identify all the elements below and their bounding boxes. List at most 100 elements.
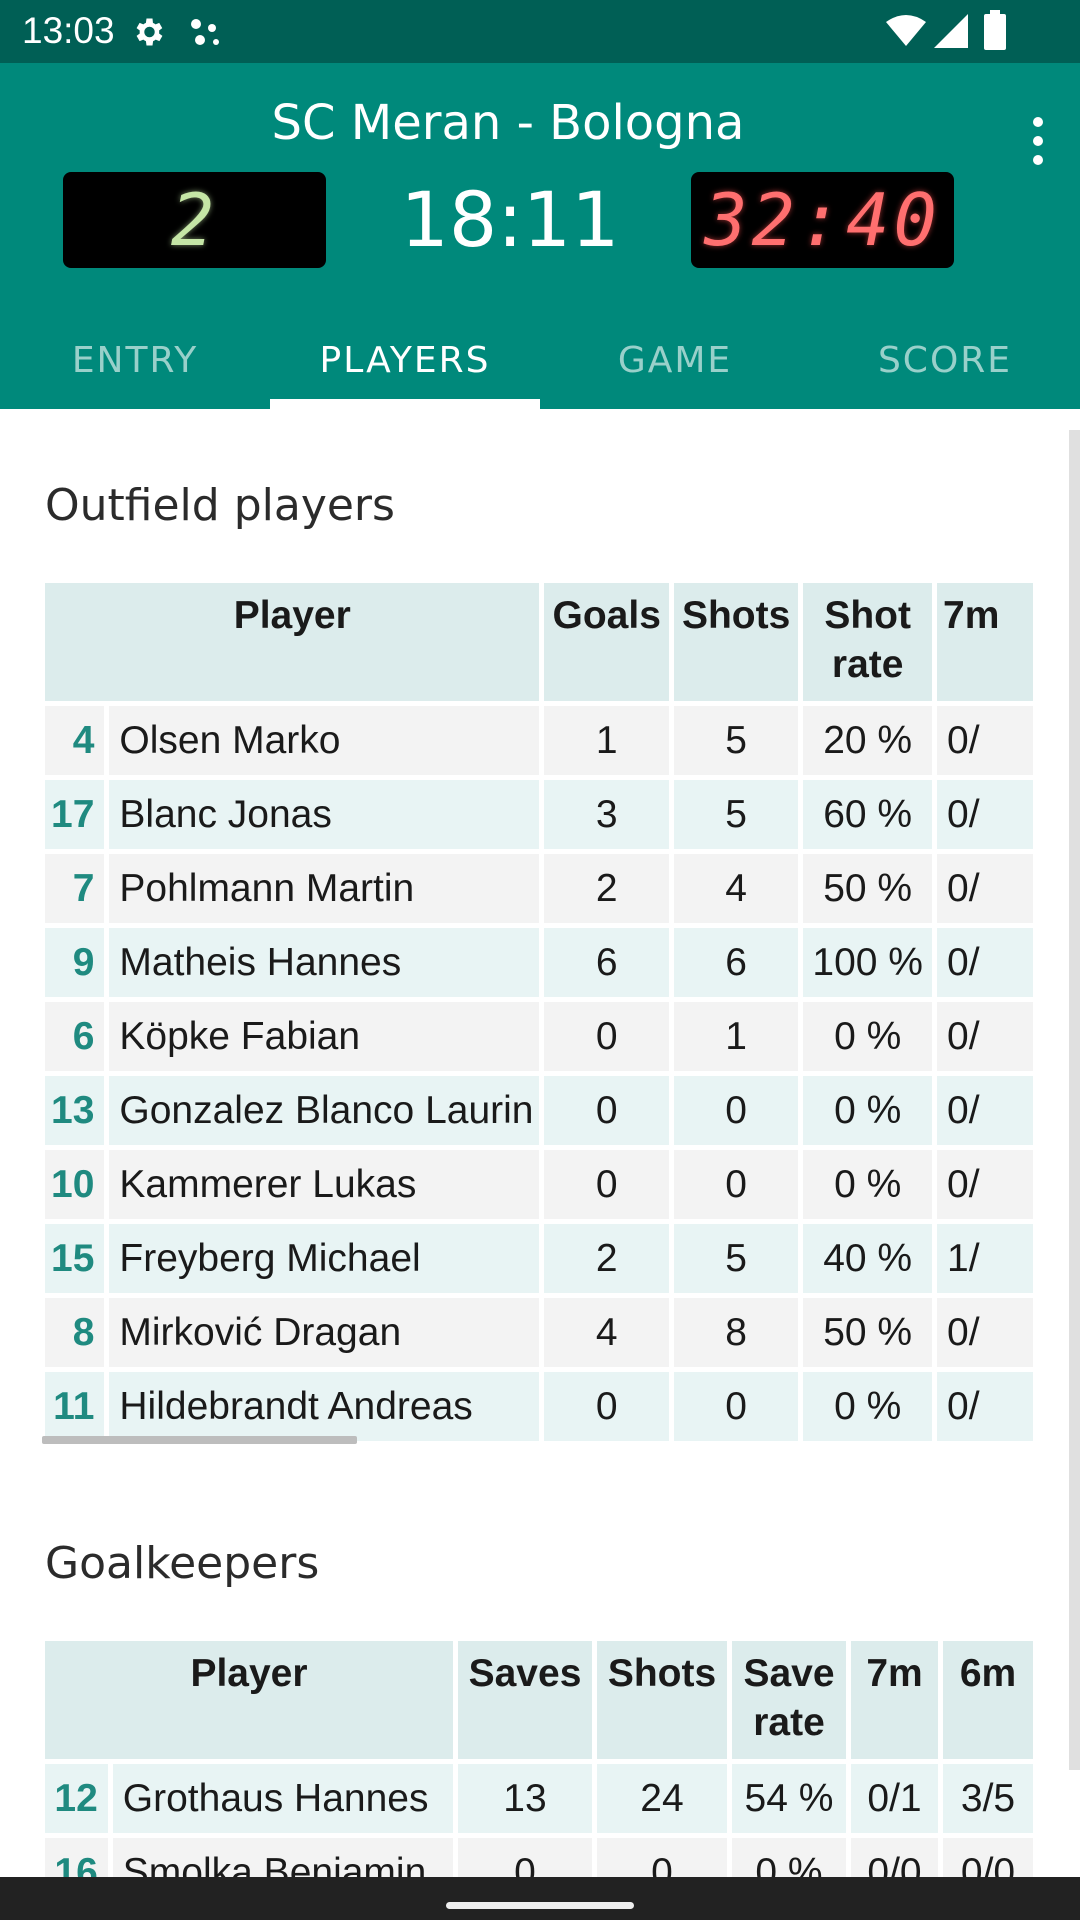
goals-cell: 4 <box>544 1298 669 1367</box>
seven-m-cell: 0/ <box>937 1298 1033 1367</box>
player-name: Matheis Hannes <box>109 928 540 997</box>
player-number: 7 <box>45 854 105 923</box>
gk-shots-cell: 24 <box>597 1764 727 1833</box>
left-display-value: 2 <box>170 178 219 262</box>
goalkeeper-number: 12 <box>45 1764 108 1833</box>
outfield-table[interactable]: Player Goals Shots Shot rate 7m 4 Olsen M… <box>45 583 1038 1441</box>
player-number: 9 <box>45 928 105 997</box>
seven-m-cell: 0/ <box>937 854 1033 923</box>
gk-six-m-cell: 3/5 <box>943 1764 1033 1833</box>
shot-rate-cell: 20 % <box>803 706 933 775</box>
wifi-icon <box>886 15 926 46</box>
more-vert-icon[interactable] <box>1014 111 1062 171</box>
shot-rate-cell: 50 % <box>803 1298 933 1367</box>
table-row[interactable]: 6 Köpke Fabian 0 1 0 % 0/ <box>45 1002 1033 1071</box>
game-clock[interactable]: 18:11 <box>330 173 690 267</box>
player-number: 11 <box>45 1372 105 1441</box>
outfield-title: Outfield players <box>45 480 395 531</box>
tab-game[interactable]: GAME <box>540 321 810 409</box>
seven-m-cell: 0/ <box>937 1372 1033 1441</box>
header-gk-shots: Shots <box>597 1641 727 1759</box>
seven-m-cell: 0/ <box>937 1076 1033 1145</box>
player-number: 10 <box>45 1150 105 1219</box>
status-bar: 13:03 <box>0 0 1080 63</box>
seven-m-cell: 0/ <box>937 928 1033 997</box>
player-name: Köpke Fabian <box>109 1002 540 1071</box>
tab-bar: ENTRY PLAYERS GAME SCORE <box>0 321 1080 409</box>
battery-icon <box>984 10 1006 50</box>
goalkeeper-number: 16 <box>45 1838 108 1877</box>
header-shots: Shots <box>673 583 799 701</box>
table-row[interactable]: 12 Grothaus Hannes 13 24 54 % 0/1 3/5 <box>45 1764 1033 1833</box>
shots-cell: 8 <box>673 1298 799 1367</box>
player-name: Blanc Jonas <box>109 780 540 849</box>
header-7m: 7m <box>937 583 1033 701</box>
seven-m-cell: 0/ <box>937 780 1033 849</box>
shot-rate-cell: 100 % <box>803 928 933 997</box>
horizontal-scrollbar[interactable] <box>42 1436 357 1444</box>
header-save-rate: Save rate <box>732 1641 846 1759</box>
vertical-scrollbar[interactable] <box>1069 430 1080 1770</box>
saves-cell: 0 <box>458 1838 592 1877</box>
goals-cell: 3 <box>544 780 669 849</box>
header-goals: Goals <box>544 583 669 701</box>
goals-cell: 2 <box>544 854 669 923</box>
gk-six-m-cell: 0/0 <box>943 1838 1033 1877</box>
player-name: Freyberg Michael <box>109 1224 540 1293</box>
tab-players[interactable]: PLAYERS <box>270 321 540 409</box>
goalkeeper-name: Smolka Benjamin <box>112 1838 453 1877</box>
table-row[interactable]: 4 Olsen Marko 1 5 20 % 0/ <box>45 706 1033 775</box>
table-row[interactable]: 13 Gonzalez Blanco Laurin 0 0 0 % 0/ <box>45 1076 1033 1145</box>
goals-cell: 2 <box>544 1224 669 1293</box>
table-row[interactable]: 7 Pohlmann Martin 2 4 50 % 0/ <box>45 854 1033 923</box>
goalkeeper-name: Grothaus Hannes <box>112 1764 453 1833</box>
goals-cell: 0 <box>544 1076 669 1145</box>
assistant-dots-icon <box>191 19 219 45</box>
tab-entry[interactable]: ENTRY <box>0 321 270 409</box>
shots-cell: 6 <box>673 928 799 997</box>
save-rate-cell: 0 % <box>732 1838 846 1877</box>
home-gesture-handle[interactable] <box>446 1902 634 1909</box>
tab-score[interactable]: SCORE <box>810 321 1080 409</box>
table-row[interactable]: 8 Mirković Dragan 4 8 50 % 0/ <box>45 1298 1033 1367</box>
player-name: Mirković Dragan <box>109 1298 540 1367</box>
player-number: 4 <box>45 706 105 775</box>
player-number: 15 <box>45 1224 105 1293</box>
save-rate-cell: 54 % <box>732 1764 846 1833</box>
shot-rate-cell: 0 % <box>803 1002 933 1071</box>
gk-seven-m-cell: 0/0 <box>851 1838 938 1877</box>
table-row[interactable]: 10 Kammerer Lukas 0 0 0 % 0/ <box>45 1150 1033 1219</box>
gear-icon <box>136 18 163 46</box>
table-row[interactable]: 16 Smolka Benjamin 0 0 0 % 0/0 0/0 <box>45 1838 1033 1877</box>
goals-cell: 0 <box>544 1150 669 1219</box>
table-row[interactable]: 11 Hildebrandt Andreas 0 0 0 % 0/ <box>45 1372 1033 1441</box>
header-shot-rate: Shot rate <box>803 583 933 701</box>
shot-rate-cell: 50 % <box>803 854 933 923</box>
table-row[interactable]: 9 Matheis Hannes 6 6 100 % 0/ <box>45 928 1033 997</box>
goalkeepers-title: Goalkeepers <box>45 1538 320 1589</box>
left-score-display[interactable]: 2 <box>63 172 326 268</box>
table-row[interactable]: 15 Freyberg Michael 2 5 40 % 1/ <box>45 1224 1033 1293</box>
player-name: Olsen Marko <box>109 706 540 775</box>
seven-m-cell: 1/ <box>937 1224 1033 1293</box>
goals-cell: 1 <box>544 706 669 775</box>
tab-indicator <box>270 399 540 409</box>
shots-cell: 5 <box>673 1224 799 1293</box>
shots-cell: 0 <box>673 1076 799 1145</box>
goals-cell: 0 <box>544 1372 669 1441</box>
goals-cell: 0 <box>544 1002 669 1071</box>
navigation-bar <box>0 1877 1080 1920</box>
player-number: 13 <box>45 1076 105 1145</box>
shots-cell: 0 <box>673 1372 799 1441</box>
app-header: SC Meran - Bologna 2 18:11 32:40 ENTRY P… <box>0 63 1080 409</box>
shots-cell: 5 <box>673 706 799 775</box>
player-name: Gonzalez Blanco Laurin <box>109 1076 540 1145</box>
right-time-display[interactable]: 32:40 <box>691 172 954 268</box>
goalkeepers-table[interactable]: Player Saves Shots Save rate 7m 6m 12 Gro… <box>45 1641 1038 1877</box>
shot-rate-cell: 60 % <box>803 780 933 849</box>
table-row[interactable]: 17 Blanc Jonas 3 5 60 % 0/ <box>45 780 1033 849</box>
player-name: Kammerer Lukas <box>109 1150 540 1219</box>
seven-m-cell: 0/ <box>937 1150 1033 1219</box>
shots-cell: 0 <box>673 1150 799 1219</box>
shot-rate-cell: 40 % <box>803 1224 933 1293</box>
